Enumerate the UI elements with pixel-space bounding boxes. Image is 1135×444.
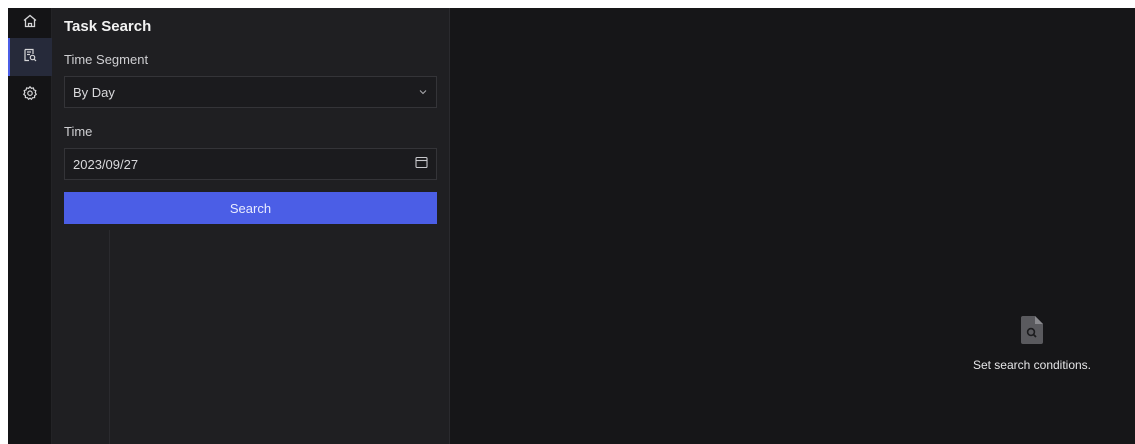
search-button[interactable]: Search bbox=[64, 192, 437, 224]
empty-state-text: Set search conditions. bbox=[972, 358, 1092, 372]
empty-state: Set search conditions. bbox=[947, 316, 1117, 372]
panel-divider bbox=[109, 230, 110, 444]
search-file-icon bbox=[947, 316, 1117, 344]
task-search-icon bbox=[22, 47, 38, 68]
page-title: Task Search bbox=[64, 18, 152, 35]
app-window: Task Search Time Segment By Day Time Sea… bbox=[7, 8, 1135, 444]
chevron-down-icon bbox=[418, 85, 428, 100]
date-input[interactable] bbox=[73, 156, 373, 172]
gear-icon bbox=[22, 85, 38, 106]
nav-rail bbox=[7, 8, 52, 444]
search-panel: Task Search Time Segment By Day Time Sea… bbox=[52, 8, 450, 444]
calendar-icon[interactable] bbox=[415, 156, 428, 172]
time-segment-select[interactable]: By Day bbox=[64, 76, 437, 108]
time-segment-label: Time Segment bbox=[64, 52, 149, 67]
home-icon bbox=[22, 13, 38, 34]
date-field[interactable] bbox=[64, 148, 437, 180]
results-area: Set search conditions. bbox=[450, 8, 1135, 444]
nav-settings-button[interactable] bbox=[8, 76, 52, 114]
nav-home-button[interactable] bbox=[8, 8, 52, 38]
time-segment-value: By Day bbox=[73, 84, 115, 100]
nav-task-search-button[interactable] bbox=[7, 38, 52, 76]
time-label: Time bbox=[64, 124, 93, 139]
